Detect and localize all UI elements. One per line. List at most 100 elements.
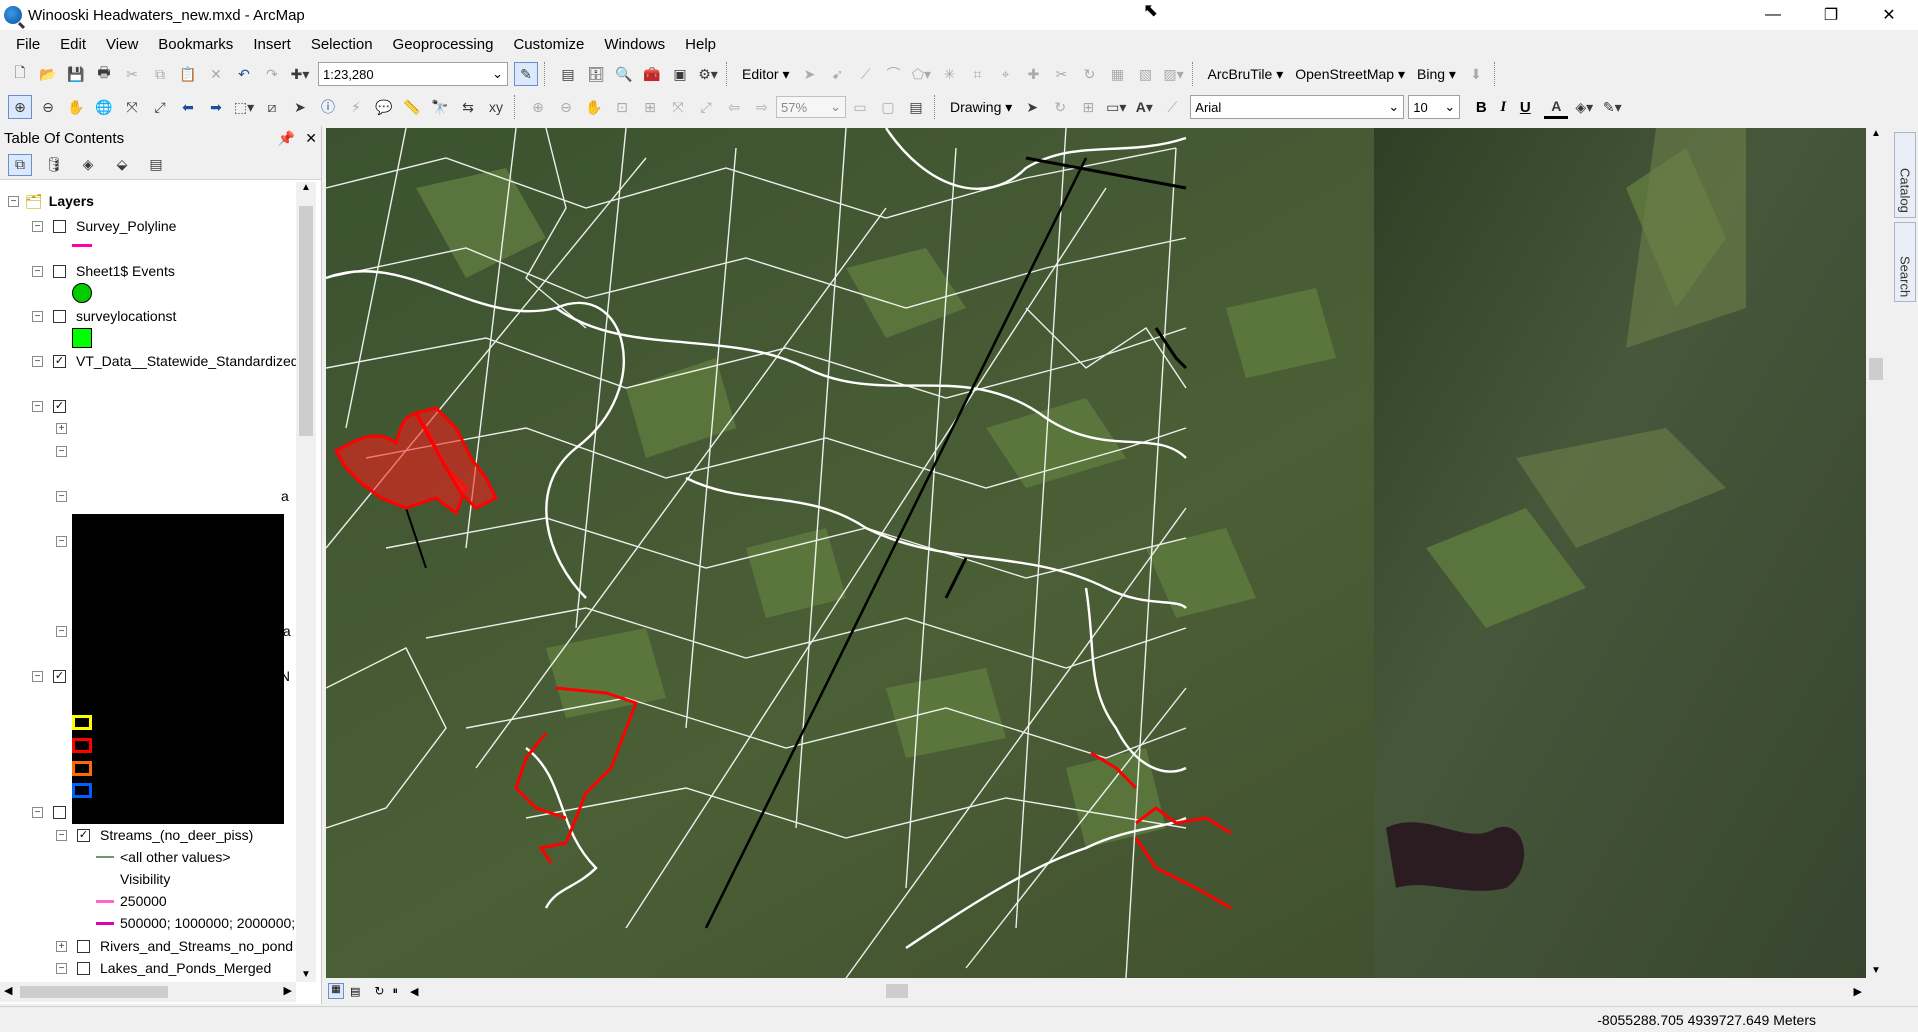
text-tool-icon[interactable]: A▾ [1132, 95, 1156, 119]
legend-class-row[interactable]: high [72, 757, 124, 779]
italic-button[interactable]: I [1492, 95, 1514, 119]
find-binoculars-icon[interactable]: 🔭 [428, 95, 452, 119]
layer-row[interactable]: − ✓ [32, 395, 76, 417]
clear-selection-icon[interactable]: ⧄ [260, 95, 284, 119]
layer-visibility-checkbox[interactable] [53, 805, 66, 819]
download-tiles-icon[interactable]: ⬇ [1464, 62, 1488, 86]
zoom-in-icon[interactable]: ⊕ [8, 95, 32, 119]
layout-zoom-out-icon[interactable]: ⊖ [554, 95, 578, 119]
zoom-100-icon[interactable]: ⊞ [638, 95, 662, 119]
save-icon[interactable]: 💾 [64, 62, 88, 86]
legend-class-row[interactable]: Medium; mediium; mediium; [72, 711, 273, 733]
list-by-drawing-order-icon[interactable]: ⧉ [8, 153, 32, 176]
straight-segment-icon[interactable]: ⟋ [854, 62, 878, 86]
layout-fixed-zoom-in-icon[interactable]: ⤧ [666, 95, 690, 119]
list-by-source-icon[interactable]: 🛢 [42, 154, 66, 176]
open-folder-icon[interactable]: 📂 [36, 62, 60, 86]
openstreetmap-menu[interactable]: OpenStreetMap ▾ [1289, 66, 1411, 83]
layer-visibility-checkbox[interactable]: ✓ [77, 828, 90, 842]
map-scale-dropdown[interactable]: 1:23,280 ⌄ [318, 62, 508, 86]
new-document-icon[interactable]: 🗋 [8, 62, 32, 86]
rotate-element-icon[interactable]: ↻ [1048, 95, 1072, 119]
toggle-draft-mode-icon[interactable]: ▭ [848, 95, 872, 119]
editor-menu[interactable]: Editor ▾ [736, 66, 796, 83]
zoom-to-selected-elements-icon[interactable]: ⊞ [1076, 95, 1100, 119]
bold-button[interactable]: B [1470, 95, 1492, 119]
legend-class-row[interactable]: 250000 [96, 890, 167, 912]
layer-visibility-checkbox[interactable] [53, 309, 66, 323]
toc-vertical-scrollbar[interactable]: ▲ ▼ [296, 182, 316, 982]
split-icon[interactable]: ✂ [1050, 62, 1074, 86]
table-of-contents-icon[interactable]: ▤ [556, 62, 580, 86]
menu-view[interactable]: View [96, 36, 148, 53]
layers-root-row[interactable]: − 🗂 Layers [8, 190, 94, 212]
layer-row[interactable]: − surveylocationst [32, 305, 176, 327]
identify-icon[interactable]: ⓘ [316, 95, 340, 119]
python-window-icon[interactable]: ▣ [668, 62, 692, 86]
select-elements-arrow-icon[interactable]: ➤ [288, 95, 312, 119]
attributes-icon[interactable]: ▦ [1106, 62, 1130, 86]
focus-data-frame-icon[interactable]: ▢ [876, 95, 900, 119]
pin-icon[interactable]: 📌 [278, 130, 295, 147]
edit-annotation-icon[interactable]: ➹ [826, 62, 850, 86]
collapse-icon[interactable]: − [32, 310, 43, 322]
html-popup-icon[interactable]: 💬 [372, 95, 396, 119]
menu-selection[interactable]: Selection [301, 36, 383, 53]
close-button[interactable]: ✕ [1860, 0, 1918, 30]
add-data-icon[interactable]: ✚▾ [288, 62, 312, 86]
layer-visibility-checkbox[interactable]: ✓ [53, 669, 66, 683]
collapse-icon[interactable]: − [56, 625, 67, 637]
print-icon[interactable]: 🖶 [92, 62, 116, 86]
font-size-dropdown[interactable]: 10 ⌄ [1408, 95, 1461, 119]
reshape-icon[interactable]: ⌖ [994, 62, 1018, 86]
collapse-icon[interactable]: − [8, 195, 19, 207]
scrollbar-thumb[interactable] [299, 206, 313, 436]
expand-icon[interactable]: + [56, 940, 67, 952]
scroll-down-icon[interactable]: ▼ [296, 969, 316, 980]
scrollbar-thumb[interactable] [886, 984, 908, 998]
pan-hand-icon[interactable]: ✋ [64, 95, 88, 119]
map-vertical-scrollbar[interactable]: ▲ ▼ [1866, 128, 1886, 978]
fixed-zoom-in-icon[interactable]: ⤧ [120, 95, 144, 119]
go-to-xy-icon[interactable]: xy [484, 95, 508, 119]
cut-icon[interactable]: ✂ [120, 62, 144, 86]
layout-zoom-dropdown[interactable]: 57% ⌄ [776, 96, 846, 118]
layer-row[interactable]: + Rivers_and_Streams_no_pond [56, 935, 293, 957]
collapse-icon[interactable]: − [32, 265, 43, 277]
layer-visibility-checkbox[interactable]: ✓ [53, 354, 66, 368]
rotate-icon[interactable]: ↻ [1078, 62, 1102, 86]
font-color-icon[interactable]: A [1544, 95, 1569, 119]
layout-pan-icon[interactable]: ✋ [582, 95, 606, 119]
legend-class-row[interactable]: low [72, 779, 119, 801]
search-tab[interactable]: Search [1894, 222, 1916, 302]
close-icon[interactable]: ✕ [305, 130, 317, 147]
scroll-right-icon[interactable]: ▶ [1854, 985, 1862, 998]
arctoolbox-icon[interactable]: 🧰 [640, 62, 664, 86]
expand-icon[interactable]: + [56, 422, 67, 434]
scroll-up-icon[interactable]: ▲ [296, 182, 316, 193]
cut-polygon-icon[interactable]: ✚ [1022, 62, 1046, 86]
collapse-icon[interactable]: − [32, 806, 43, 818]
layer-row[interactable]: − Survey_Polyline [32, 215, 176, 237]
scroll-left-icon[interactable]: ◀ [410, 985, 418, 998]
fixed-zoom-out-icon[interactable]: ⤢ [148, 95, 172, 119]
model-builder-icon[interactable]: ⚙▾ [696, 62, 720, 86]
legend-class-row[interactable]: critical [72, 734, 138, 756]
menu-geoprocessing[interactable]: Geoprocessing [383, 36, 504, 53]
edit-tool-icon[interactable]: ➤ [798, 62, 822, 86]
measure-icon[interactable]: 📏 [400, 95, 424, 119]
rectangle-tool-icon[interactable]: ▭▾ [1104, 95, 1128, 119]
zoom-out-icon[interactable]: ⊖ [36, 95, 60, 119]
paste-icon[interactable]: 📋 [176, 62, 200, 86]
edit-vertices-drawing-icon[interactable]: ⟋ [1160, 95, 1184, 119]
drawing-menu[interactable]: Drawing ▾ [944, 99, 1018, 116]
hyperlink-icon[interactable]: ⚡ [344, 95, 368, 119]
map-horizontal-scrollbar[interactable]: ▦ ▤ ↻ ⏸ ◀ ▶ [326, 980, 1866, 1002]
copy-icon[interactable]: ⧉ [148, 62, 172, 86]
toc-horizontal-scrollbar[interactable]: ◀ ▶ [0, 982, 296, 1002]
scroll-right-icon[interactable]: ▶ [284, 984, 292, 997]
list-by-visibility-icon[interactable]: ◈ [76, 154, 100, 176]
select-features-icon[interactable]: ⬚▾ [232, 95, 256, 119]
scrollbar-thumb[interactable] [20, 986, 168, 998]
scroll-left-icon[interactable]: ◀ [4, 984, 12, 997]
